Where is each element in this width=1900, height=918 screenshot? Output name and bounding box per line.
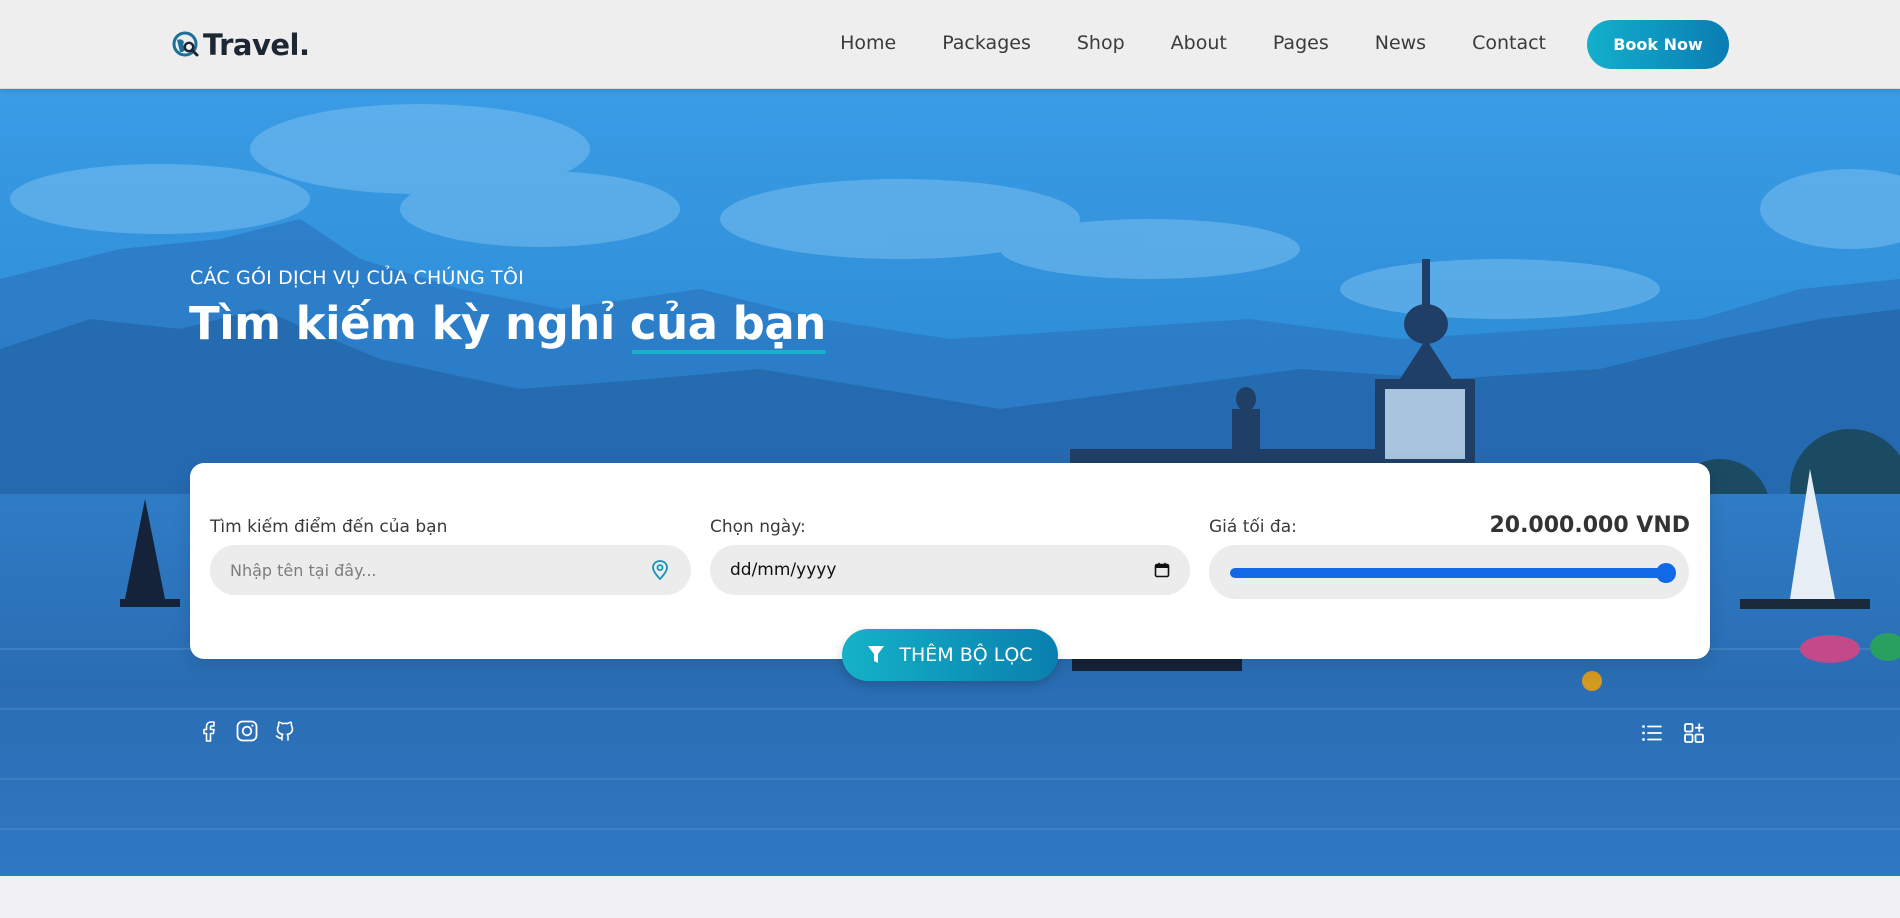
hero-section: CÁC GÓI DỊCH VỤ CỦA CHÚNG TÔI Tìm kiếm k… bbox=[0, 89, 1900, 876]
nav-shop[interactable]: Shop bbox=[1077, 32, 1125, 54]
date-input[interactable]: dd/mm/yyyy bbox=[710, 545, 1190, 595]
site-header: Travel. Home Packages Shop About Pages N… bbox=[0, 0, 1900, 89]
facebook-icon[interactable] bbox=[197, 719, 221, 743]
nav-contact[interactable]: Contact bbox=[1472, 32, 1546, 54]
hero-title: Tìm kiếm kỳ nghỉ của bạn bbox=[189, 297, 826, 350]
destination-label: Tìm kiếm điểm đến của bạn bbox=[210, 517, 448, 537]
max-price-value: 20.000.000 VND bbox=[1489, 513, 1690, 538]
nav-packages[interactable]: Packages bbox=[942, 32, 1031, 54]
nav-pages[interactable]: Pages bbox=[1273, 32, 1329, 54]
logo[interactable]: Travel. bbox=[172, 27, 310, 63]
nav-news[interactable]: News bbox=[1375, 32, 1426, 54]
price-slider-fill bbox=[1230, 568, 1666, 578]
hero-title-highlight: của bạn bbox=[629, 297, 826, 350]
add-filter-button[interactable]: THÊM BỘ LỌC bbox=[842, 629, 1058, 681]
map-pin-icon bbox=[652, 560, 668, 580]
list-view-icon[interactable] bbox=[1640, 721, 1664, 745]
funnel-icon bbox=[868, 646, 885, 663]
github-icon[interactable] bbox=[273, 719, 297, 743]
book-now-button[interactable]: Book Now bbox=[1587, 20, 1729, 69]
hero-title-main: Tìm kiếm kỳ nghỉ bbox=[189, 297, 630, 350]
page-bottom bbox=[0, 876, 1900, 918]
calendar-icon[interactable] bbox=[1154, 562, 1170, 578]
price-slider-track[interactable] bbox=[1230, 563, 1676, 583]
logo-text: Travel. bbox=[203, 28, 310, 62]
max-price-label: Giá tối đa: bbox=[1209, 517, 1297, 537]
search-card: Tìm kiếm điểm đến của bạn Chọn ngày: dd/… bbox=[190, 463, 1710, 681]
destination-input[interactable] bbox=[210, 545, 691, 595]
nav-home[interactable]: Home bbox=[840, 32, 896, 54]
globe-search-icon bbox=[172, 31, 199, 57]
add-filter-label: THÊM BỘ LỌC bbox=[899, 644, 1033, 666]
nav-about[interactable]: About bbox=[1171, 32, 1227, 54]
hero-subtitle: CÁC GÓI DỊCH VỤ CỦA CHÚNG TÔI bbox=[190, 267, 524, 289]
social-links bbox=[197, 719, 297, 743]
price-slider-thumb[interactable] bbox=[1656, 563, 1676, 583]
view-toggle bbox=[1640, 721, 1706, 745]
date-label: Chọn ngày: bbox=[710, 517, 806, 537]
price-slider-container bbox=[1209, 545, 1689, 599]
grid-view-icon[interactable] bbox=[1682, 721, 1706, 745]
instagram-icon[interactable] bbox=[235, 719, 259, 743]
main-nav: Home Packages Shop About Pages News Cont… bbox=[840, 32, 1546, 54]
date-value: dd/mm/yyyy bbox=[730, 560, 837, 580]
